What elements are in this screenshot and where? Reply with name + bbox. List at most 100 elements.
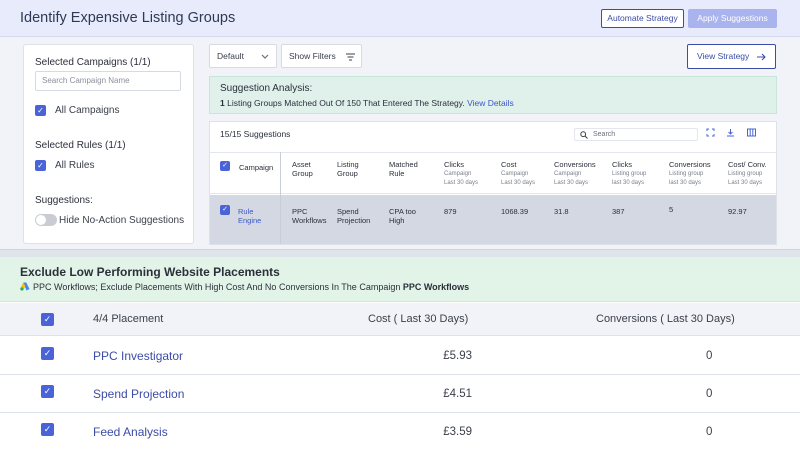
row-conversions-listing: 5 — [669, 205, 674, 214]
table-search-input[interactable]: Search — [574, 128, 698, 141]
columns-icon[interactable] — [747, 128, 756, 137]
header-cost: Cost ( Last 30 Days) — [368, 313, 469, 325]
placement-link[interactable]: Spend Projection — [93, 387, 184, 401]
table-row[interactable]: ✓ Feed Analysis £3.59 0 — [0, 413, 800, 450]
column-divider — [280, 152, 281, 244]
show-filters-label: Show Filters — [289, 51, 336, 61]
placement-link[interactable]: PPC Investigator — [93, 349, 183, 363]
sort-value: Default — [217, 51, 244, 61]
header-clicks-listing: Clicks Listing group last 30 days — [612, 160, 646, 187]
placement-cost: £5.93 — [443, 350, 472, 362]
row-asset-group: PPC Workflows — [292, 207, 326, 225]
header-clicks-campaign-label: Clicks — [444, 160, 464, 169]
row-checkbox[interactable]: ✓ — [41, 347, 54, 360]
expensive-listing-groups-panel: Identify Expensive Listing Groups Automa… — [0, 0, 800, 250]
suggestion-analysis-box: Suggestion Analysis: 1 Listing Groups Ma… — [209, 76, 777, 114]
hide-no-action-toggle[interactable] — [35, 214, 57, 226]
table-row[interactable]: ✓ PPC Investigator £5.93 0 — [0, 337, 800, 375]
campaign-search-input[interactable]: Search Campaign Name — [35, 71, 181, 91]
row-campaign-line2: Engine — [238, 216, 262, 225]
row-cost-conv: 92.97 — [728, 207, 747, 216]
row-asset-group-line2: Workflows — [292, 216, 327, 225]
row-cost-campaign: 1068.39 — [501, 207, 529, 216]
apply-suggestions-button[interactable]: Apply Suggestions — [688, 9, 777, 28]
subtitle-campaign: PPC Workflows; — [33, 282, 98, 292]
arrow-right-icon — [757, 53, 766, 61]
header-clicks-campaign-sub1: Campaign — [444, 171, 472, 177]
table-row[interactable]: ✓ Spend Projection £4.51 0 — [0, 375, 800, 413]
header-clicks-listing-sub1: Listing group — [612, 171, 647, 177]
expand-icon[interactable] — [706, 128, 715, 137]
analysis-title: Suggestion Analysis: — [220, 83, 313, 94]
header-cost-conv-label: Cost/ Conv. — [728, 160, 767, 169]
placement-conversions: 0 — [706, 388, 713, 400]
row-checkbox[interactable]: ✓ — [41, 423, 54, 436]
select-all-placements-checkbox[interactable]: ✓ — [41, 313, 54, 326]
row-matched-rule: CPA too High — [389, 207, 416, 225]
filter-icon — [346, 53, 355, 61]
row-matched-rule-line2: High — [389, 216, 405, 225]
header-listing-group: Listing Group — [337, 160, 359, 178]
header-cost-conv-sub2: Last 30 days — [728, 180, 763, 186]
subtitle-campaign-bold: PPC Workflows — [402, 282, 470, 292]
chevron-down-icon — [261, 54, 269, 59]
sort-select[interactable]: Default — [209, 44, 277, 68]
header-placement: 4/4 Placement — [93, 313, 164, 325]
header-conversions-campaign-sub1: Campaign — [554, 171, 582, 177]
rules-heading: Selected Rules (1/1) — [35, 140, 126, 151]
select-all-checkbox[interactable]: ✓ — [220, 161, 230, 171]
header-clicks-listing-sub2: last 30 days — [612, 180, 645, 186]
exclude-placements-panel: Exclude Low Performing Website Placement… — [0, 257, 800, 450]
analysis-body: Listing Groups Matched Out Of 150 That E… — [224, 98, 468, 108]
campaigns-heading: Selected Campaigns (1/1) — [35, 57, 151, 68]
show-filters-button[interactable]: Show Filters — [281, 44, 362, 68]
header-asset-group-line1: Asset — [292, 160, 311, 169]
header-clicks-campaign: Clicks Campaign Last 30 days — [444, 160, 478, 187]
search-icon — [580, 131, 588, 139]
header-cost-campaign-sub2: Last 30 days — [501, 180, 536, 186]
all-rules-label: All Rules — [55, 160, 95, 171]
automate-strategy-button[interactable]: Automate Strategy — [601, 9, 684, 28]
row-campaign-link[interactable]: Rule Engine — [238, 207, 261, 225]
placements-subtitle: PPC Workflows; Exclude Placements With H… — [20, 282, 469, 292]
header-clicks-campaign-sub2: Last 30 days — [444, 180, 479, 186]
header-cost-conv-sub1: Listing group — [728, 171, 763, 177]
row-checkbox[interactable]: ✓ — [220, 205, 230, 215]
header-cost-campaign: Cost Campaign Last 30 days — [501, 160, 535, 187]
view-details-link[interactable]: View Details — [467, 98, 514, 108]
row-checkbox[interactable]: ✓ — [41, 385, 54, 398]
analysis-text: 1 Listing Groups Matched Out Of 150 That… — [220, 98, 514, 108]
placements-header: Exclude Low Performing Website Placement… — [0, 257, 800, 302]
panel-title: Identify Expensive Listing Groups — [20, 10, 236, 26]
row-listing-group-line1: Spend — [337, 207, 359, 216]
subtitle-text: Exclude Placements With High Cost And No… — [97, 282, 403, 292]
table-header-row: ✓ Campaign Asset Group Listing Group Match… — [210, 152, 776, 194]
row-conversions-campaign: 31.8 — [554, 207, 569, 216]
suggestions-heading: Suggestions: — [35, 195, 93, 206]
placement-link[interactable]: Feed Analysis — [93, 425, 168, 439]
header-listing-group-line2: Group — [337, 169, 358, 178]
header-matched-rule: Matched Rule — [389, 160, 418, 178]
header-listing-group-line1: Listing — [337, 160, 359, 169]
hide-no-action-label: Hide No-Action Suggestions — [59, 215, 185, 226]
row-campaign-line1: Rule — [238, 207, 254, 216]
row-asset-group-line1: PPC — [292, 207, 308, 216]
placements-table-header: ✓ 4/4 Placement Cost ( Last 30 Days) Con… — [0, 303, 800, 336]
all-rules-checkbox[interactable]: ✓ — [35, 160, 46, 171]
view-strategy-button[interactable]: View Strategy — [687, 44, 776, 69]
table-row[interactable]: ✓ Rule Engine PPC Workflows Spend Projectio… — [210, 195, 776, 244]
suggestions-count: 15/15 Suggestions — [220, 129, 291, 139]
download-icon[interactable] — [726, 128, 735, 137]
all-campaigns-checkbox[interactable]: ✓ — [35, 105, 46, 116]
row-matched-rule-line1: CPA too — [389, 207, 416, 216]
placement-conversions: 0 — [706, 350, 713, 362]
header-cost-campaign-label: Cost — [501, 160, 517, 169]
row-listing-group-line2: Projection — [337, 216, 371, 225]
header-conversions-campaign-label: Conversions — [554, 160, 596, 169]
row-clicks-campaign: 879 — [444, 207, 457, 216]
google-ads-icon — [20, 282, 30, 291]
panel-header: Identify Expensive Listing Groups Automa… — [0, 0, 800, 37]
placements-title: Exclude Low Performing Website Placement… — [20, 265, 280, 279]
header-conversions-listing-sub2: last 30 days — [669, 180, 702, 186]
view-strategy-label: View Strategy — [697, 51, 750, 61]
